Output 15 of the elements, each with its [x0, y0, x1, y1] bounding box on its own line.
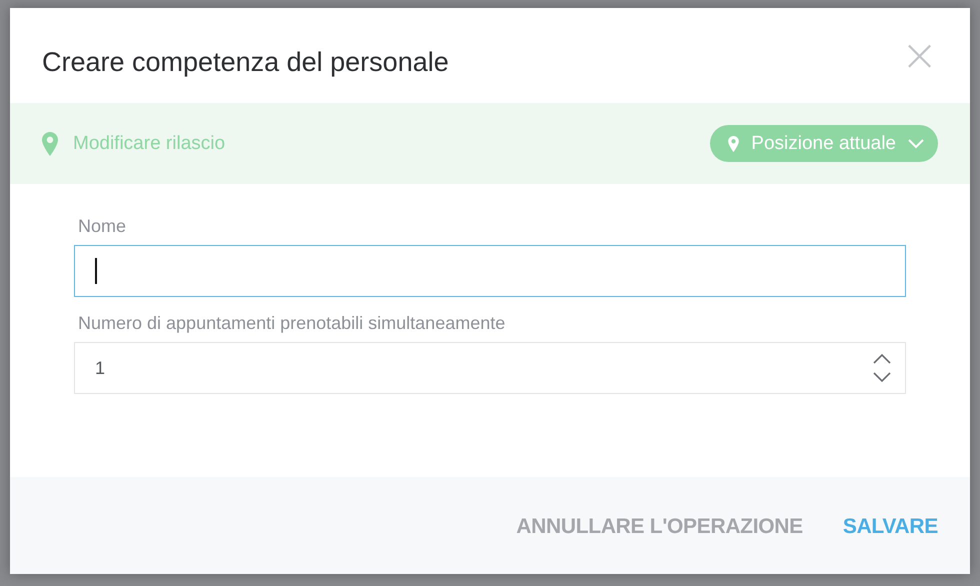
- chevron-down-icon: [908, 138, 924, 148]
- text-cursor: [95, 258, 97, 284]
- input-field[interactable]: [74, 245, 906, 297]
- field-label: Numero di appuntamenti prenotabili simultaneamente: [78, 313, 506, 334]
- location-label: Modificare rilascio: [73, 132, 226, 154]
- field-label: Nome: [78, 216, 128, 237]
- save-button[interactable]: SALVARE: [842, 510, 938, 542]
- location-pin-icon: [728, 136, 740, 152]
- cancel-button[interactable]: ANNULLARE L'OPERAZIONE: [516, 510, 803, 542]
- number-field[interactable]: 1: [74, 342, 906, 394]
- chevron-up-icon[interactable]: [873, 353, 891, 364]
- location-pin-icon: [42, 132, 58, 156]
- location-dropdown[interactable]: Posizione attuale: [710, 125, 938, 162]
- chevron-down-icon[interactable]: [873, 372, 891, 383]
- dialog-title: Creare competenza del personale: [42, 46, 449, 78]
